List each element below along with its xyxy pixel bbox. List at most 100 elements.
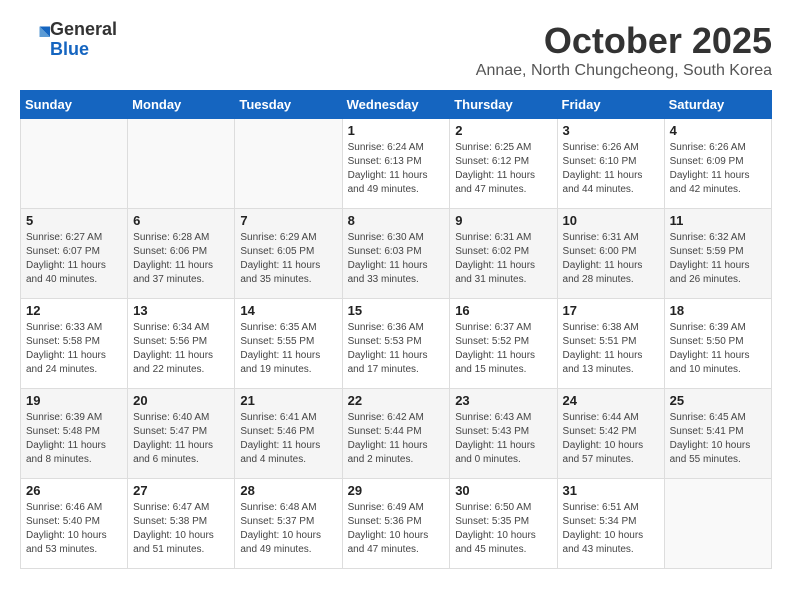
calendar-cell: 29 Sunrise: 6:49 AM Sunset: 5:36 PM Dayli… xyxy=(342,479,450,569)
day-number: 30 xyxy=(455,483,551,498)
calendar-cell xyxy=(664,479,771,569)
header-monday: Monday xyxy=(128,91,235,119)
calendar-cell: 7 Sunrise: 6:29 AM Sunset: 6:05 PM Daylig… xyxy=(235,209,342,299)
calendar-cell: 28 Sunrise: 6:48 AM Sunset: 5:37 PM Dayli… xyxy=(235,479,342,569)
day-number: 20 xyxy=(133,393,229,408)
calendar-cell: 16 Sunrise: 6:37 AM Sunset: 5:52 PM Dayli… xyxy=(450,299,557,389)
calendar-cell: 23Sunrise: 6:43 AM Sunset: 5:43 PM Dayli… xyxy=(450,389,557,479)
header-saturday: Saturday xyxy=(664,91,771,119)
day-number: 10 xyxy=(563,213,659,228)
day-number: 19 xyxy=(26,393,122,408)
header-friday: Friday xyxy=(557,91,664,119)
day-info: Sunrise: 6:30 AM Sunset: 6:03 PM Dayligh… xyxy=(348,231,445,287)
day-info: Sunrise: 6:46 AM Sunset: 5:40 PM Dayligh… xyxy=(26,501,122,557)
day-info: Sunrise: 6:42 AM Sunset: 5:44 PM Dayligh… xyxy=(348,411,445,467)
calendar-cell: 10 Sunrise: 6:31 AM Sunset: 6:00 PM Dayli… xyxy=(557,209,664,299)
day-info: Sunrise: 6:41 AM Sunset: 5:46 PM Dayligh… xyxy=(240,411,336,467)
calendar-cell: 27 Sunrise: 6:47 AM Sunset: 5:38 PM Dayli… xyxy=(128,479,235,569)
calendar-cell: 14 Sunrise: 6:35 AM Sunset: 5:55 PM Dayli… xyxy=(235,299,342,389)
day-info: Sunrise: 6:38 AM Sunset: 5:51 PM Dayligh… xyxy=(563,321,659,377)
calendar-cell: 5Sunrise: 6:27 AM Sunset: 6:07 PM Daylig… xyxy=(21,209,128,299)
calendar-cell: 17 Sunrise: 6:38 AM Sunset: 5:51 PM Dayli… xyxy=(557,299,664,389)
calendar-cell: 8Sunrise: 6:30 AM Sunset: 6:03 PM Daylig… xyxy=(342,209,450,299)
day-number: 25 xyxy=(670,393,766,408)
day-number: 12 xyxy=(26,303,122,318)
calendar-table: SundayMondayTuesdayWednesdayThursdayFrid… xyxy=(20,90,772,569)
day-info: Sunrise: 6:32 AM Sunset: 5:59 PM Dayligh… xyxy=(670,231,766,287)
calendar-cell: 21 Sunrise: 6:41 AM Sunset: 5:46 PM Dayli… xyxy=(235,389,342,479)
day-number: 28 xyxy=(240,483,336,498)
calendar-cell: 15Sunrise: 6:36 AM Sunset: 5:53 PM Dayli… xyxy=(342,299,450,389)
day-info: Sunrise: 6:49 AM Sunset: 5:36 PM Dayligh… xyxy=(348,501,445,557)
day-info: Sunrise: 6:25 AM Sunset: 6:12 PM Dayligh… xyxy=(455,141,551,197)
day-number: 5 xyxy=(26,213,122,228)
day-number: 16 xyxy=(455,303,551,318)
day-number: 13 xyxy=(133,303,229,318)
calendar-cell: 19 Sunrise: 6:39 AM Sunset: 5:48 PM Dayli… xyxy=(21,389,128,479)
day-number: 9 xyxy=(455,213,551,228)
calendar-cell: 2Sunrise: 6:25 AM Sunset: 6:12 PM Daylig… xyxy=(450,119,557,209)
day-info: Sunrise: 6:50 AM Sunset: 5:35 PM Dayligh… xyxy=(455,501,551,557)
week-row-3: 12 Sunrise: 6:33 AM Sunset: 5:58 PM Dayli… xyxy=(21,299,772,389)
calendar-cell: 18Sunrise: 6:39 AM Sunset: 5:50 PM Dayli… xyxy=(664,299,771,389)
logo-blue-text: Blue xyxy=(50,39,89,59)
calendar-cell: 6Sunrise: 6:28 AM Sunset: 6:06 PM Daylig… xyxy=(128,209,235,299)
day-number: 29 xyxy=(348,483,445,498)
day-number: 7 xyxy=(240,213,336,228)
logo-icon xyxy=(22,23,50,51)
week-row-5: 26 Sunrise: 6:46 AM Sunset: 5:40 PM Dayli… xyxy=(21,479,772,569)
day-info: Sunrise: 6:35 AM Sunset: 5:55 PM Dayligh… xyxy=(240,321,336,377)
calendar-cell: 1 Sunrise: 6:24 AM Sunset: 6:13 PM Daylig… xyxy=(342,119,450,209)
calendar-cell: 13Sunrise: 6:34 AM Sunset: 5:56 PM Dayli… xyxy=(128,299,235,389)
day-info: Sunrise: 6:36 AM Sunset: 5:53 PM Dayligh… xyxy=(348,321,445,377)
week-row-2: 5Sunrise: 6:27 AM Sunset: 6:07 PM Daylig… xyxy=(21,209,772,299)
day-number: 27 xyxy=(133,483,229,498)
logo-general-text: General xyxy=(50,19,117,39)
calendar-cell: 20Sunrise: 6:40 AM Sunset: 5:47 PM Dayli… xyxy=(128,389,235,479)
location-subtitle: Annae, North Chungcheong, South Korea xyxy=(476,62,772,80)
day-number: 21 xyxy=(240,393,336,408)
page-header: General Blue October 2025 Annae, North C… xyxy=(20,20,772,80)
calendar-cell: 24Sunrise: 6:44 AM Sunset: 5:42 PM Dayli… xyxy=(557,389,664,479)
day-info: Sunrise: 6:39 AM Sunset: 5:48 PM Dayligh… xyxy=(26,411,122,467)
day-info: Sunrise: 6:26 AM Sunset: 6:10 PM Dayligh… xyxy=(563,141,659,197)
calendar-cell: 30 Sunrise: 6:50 AM Sunset: 5:35 PM Dayli… xyxy=(450,479,557,569)
day-number: 6 xyxy=(133,213,229,228)
day-info: Sunrise: 6:37 AM Sunset: 5:52 PM Dayligh… xyxy=(455,321,551,377)
calendar-cell: 31Sunrise: 6:51 AM Sunset: 5:34 PM Dayli… xyxy=(557,479,664,569)
header-row: SundayMondayTuesdayWednesdayThursdayFrid… xyxy=(21,91,772,119)
header-tuesday: Tuesday xyxy=(235,91,342,119)
calendar-cell xyxy=(235,119,342,209)
day-info: Sunrise: 6:44 AM Sunset: 5:42 PM Dayligh… xyxy=(563,411,659,467)
day-info: Sunrise: 6:47 AM Sunset: 5:38 PM Dayligh… xyxy=(133,501,229,557)
day-info: Sunrise: 6:33 AM Sunset: 5:58 PM Dayligh… xyxy=(26,321,122,377)
day-number: 26 xyxy=(26,483,122,498)
calendar-cell xyxy=(21,119,128,209)
day-info: Sunrise: 6:51 AM Sunset: 5:34 PM Dayligh… xyxy=(563,501,659,557)
header-sunday: Sunday xyxy=(21,91,128,119)
header-wednesday: Wednesday xyxy=(342,91,450,119)
day-info: Sunrise: 6:48 AM Sunset: 5:37 PM Dayligh… xyxy=(240,501,336,557)
title-block: October 2025 Annae, North Chungcheong, S… xyxy=(476,20,772,80)
week-row-4: 19 Sunrise: 6:39 AM Sunset: 5:48 PM Dayli… xyxy=(21,389,772,479)
day-info: Sunrise: 6:45 AM Sunset: 5:41 PM Dayligh… xyxy=(670,411,766,467)
day-info: Sunrise: 6:31 AM Sunset: 6:00 PM Dayligh… xyxy=(563,231,659,287)
day-info: Sunrise: 6:29 AM Sunset: 6:05 PM Dayligh… xyxy=(240,231,336,287)
logo: General Blue xyxy=(20,20,117,60)
calendar-cell: 9Sunrise: 6:31 AM Sunset: 6:02 PM Daylig… xyxy=(450,209,557,299)
calendar-cell: 12 Sunrise: 6:33 AM Sunset: 5:58 PM Dayli… xyxy=(21,299,128,389)
day-info: Sunrise: 6:24 AM Sunset: 6:13 PM Dayligh… xyxy=(348,141,445,197)
day-number: 1 xyxy=(348,123,445,138)
day-number: 23 xyxy=(455,393,551,408)
day-number: 11 xyxy=(670,213,766,228)
header-thursday: Thursday xyxy=(450,91,557,119)
day-number: 22 xyxy=(348,393,445,408)
month-title: October 2025 xyxy=(476,20,772,62)
calendar-cell: 25 Sunrise: 6:45 AM Sunset: 5:41 PM Dayli… xyxy=(664,389,771,479)
calendar-cell: 26 Sunrise: 6:46 AM Sunset: 5:40 PM Dayli… xyxy=(21,479,128,569)
day-number: 17 xyxy=(563,303,659,318)
day-number: 14 xyxy=(240,303,336,318)
day-number: 4 xyxy=(670,123,766,138)
day-number: 3 xyxy=(563,123,659,138)
day-info: Sunrise: 6:39 AM Sunset: 5:50 PM Dayligh… xyxy=(670,321,766,377)
